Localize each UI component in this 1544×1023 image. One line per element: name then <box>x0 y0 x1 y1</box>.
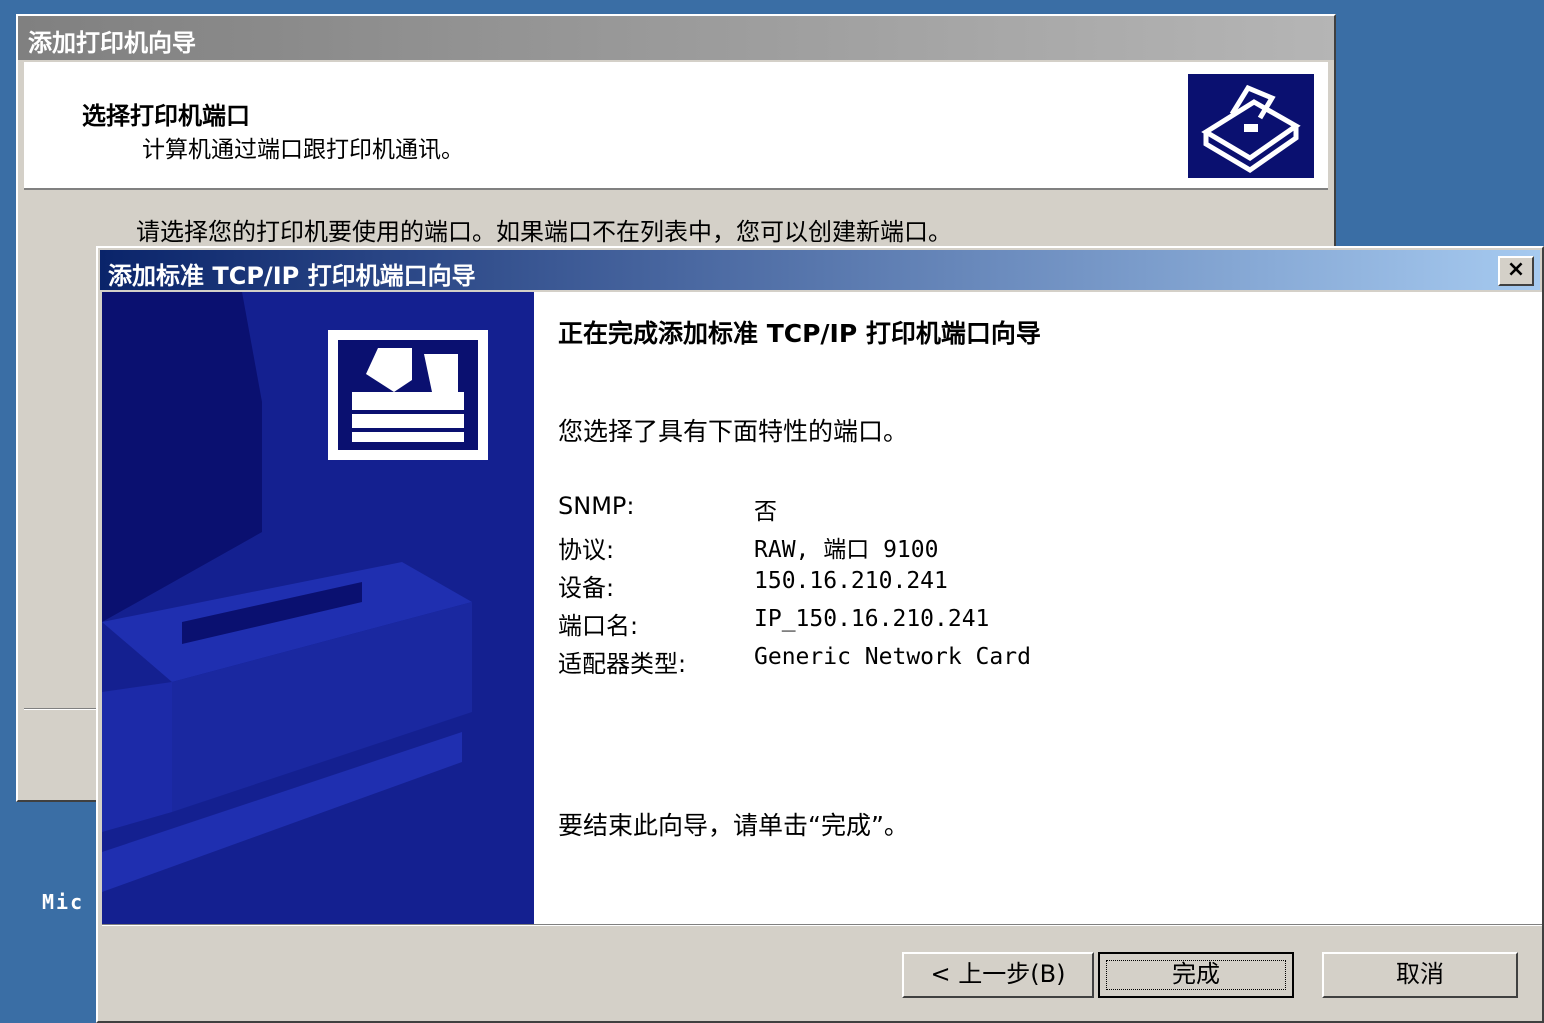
property-value: RAW, 端口 9100 <box>754 537 939 563</box>
wizard-side-art <box>102 292 534 924</box>
printer-icon <box>1188 74 1314 178</box>
property-value: 150.16.210.241 <box>754 568 948 594</box>
finish-instruction: 要结束此向导，请单击“完成”。 <box>558 811 909 840</box>
dialog-button-separator <box>102 924 1542 926</box>
back-button[interactable]: < 上一步(B) <box>902 952 1094 998</box>
property-label: SNMP: <box>558 492 635 520</box>
back-header-subtitle: 计算机通过端口跟打印机通讯。 <box>142 137 464 163</box>
dialog-intro: 您选择了具有下面特性的端口。 <box>558 417 909 446</box>
cancel-button[interactable]: 取消 <box>1322 952 1518 998</box>
back-window-title: 添加打印机向导 <box>28 29 196 57</box>
dialog-heading: 正在完成添加标准 TCP/IP 打印机端口向导 <box>558 319 1041 348</box>
focus-rect <box>1106 960 1286 990</box>
back-window-header: 选择打印机端口 计算机通过端口跟打印机通讯。 <box>24 62 1328 190</box>
printer-icon <box>328 330 488 460</box>
tcpip-port-wizard-dialog: 添加标准 TCP/IP 打印机端口向导 × 正在完成添加标准 TCP/IP 打印… <box>96 246 1544 1023</box>
back-window-instruction: 请选择您的打印机要使用的端口。如果端口不在列表中，您可以创建新端口。 <box>136 218 952 246</box>
finish-button[interactable]: 完成 <box>1098 952 1294 998</box>
back-window-titlebar[interactable]: 添加打印机向导 <box>18 16 1334 60</box>
property-label: 端口名: <box>558 612 639 640</box>
property-value: 否 <box>754 499 777 525</box>
dialog-content-panel: 正在完成添加标准 TCP/IP 打印机端口向导 您选择了具有下面特性的端口。 S… <box>102 292 1542 924</box>
dialog-title: 添加标准 TCP/IP 打印机端口向导 <box>108 262 476 290</box>
property-label: 适配器类型: <box>558 650 687 678</box>
property-value: IP_150.16.210.241 <box>754 606 990 632</box>
desktop-partial-text: Mic <box>42 890 85 914</box>
property-value: Generic Network Card <box>754 644 1031 670</box>
property-label: 设备: <box>558 574 615 602</box>
property-label: 协议: <box>558 536 615 564</box>
back-header-title: 选择打印机端口 <box>82 102 250 130</box>
close-button[interactable]: × <box>1498 256 1534 286</box>
dialog-titlebar[interactable]: 添加标准 TCP/IP 打印机端口向导 × <box>100 250 1540 290</box>
